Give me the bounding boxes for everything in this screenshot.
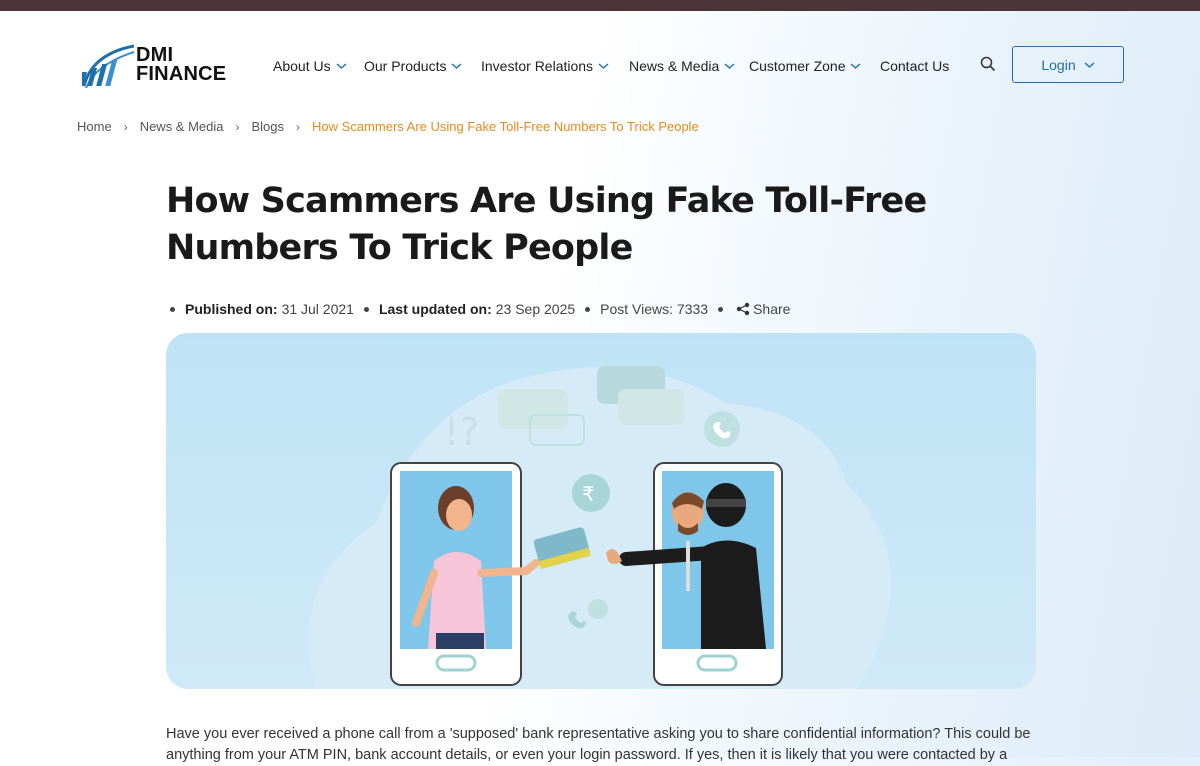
article-intro: Have you ever received a phone call from… — [166, 726, 1031, 763]
article-meta: Published on: 31 Jul 2021 Last updated o… — [170, 301, 800, 317]
updated-date: Last updated on: 23 Sep 2025 — [363, 301, 576, 317]
updated-label: Last updated on: — [378, 301, 492, 317]
nav-label: News & Media — [629, 58, 720, 74]
bullet — [585, 306, 591, 312]
bullet — [170, 306, 175, 312]
breadcrumb-current: How Scammers Are Using Fake Toll-Free Nu… — [312, 119, 699, 134]
breadcrumb-news-media[interactable]: News & Media — [140, 119, 224, 134]
top-bar — [0, 0, 1200, 11]
logo-line-2: FINANCE — [136, 63, 227, 85]
published-value: 31 Jul 2021 — [281, 301, 354, 317]
bullet — [718, 306, 724, 312]
post-views-text: Post Views: 7333 — [600, 301, 709, 317]
nav-label: Investor Relations — [481, 58, 594, 74]
logo-mark-icon — [82, 44, 135, 89]
nav-label: Contact Us — [880, 58, 950, 74]
svg-text:!?: !? — [444, 410, 479, 454]
search-icon[interactable] — [980, 56, 996, 72]
bullet — [363, 306, 369, 312]
nav-item-customer-zone[interactable]: Customer Zone — [749, 58, 861, 74]
nav-item-our-products[interactable]: Our Products — [364, 58, 462, 74]
login-button[interactable]: Login — [1012, 46, 1124, 83]
post-views: Post Views: 7333 — [585, 301, 708, 317]
share-label: Share — [753, 301, 791, 317]
nav-label: Our Products — [364, 58, 447, 74]
chevron-down-icon — [598, 63, 609, 69]
scam-call-illustration: !? ₹ — [308, 366, 891, 689]
breadcrumb: Home › News & Media › Blogs › How Scamme… — [77, 119, 699, 134]
nav-item-contact-us[interactable]: Contact Us — [880, 58, 949, 74]
dmi-finance-logo[interactable]: DMI FINANCE — [82, 42, 232, 90]
share-button[interactable]: Share — [718, 301, 790, 317]
chevron-down-icon — [452, 63, 462, 69]
chevron-down-icon — [1084, 61, 1095, 68]
nav-label: Customer Zone — [749, 58, 846, 74]
chevron-right-icon: › — [123, 119, 128, 134]
published-date: Published on: 31 Jul 2021 — [170, 301, 354, 317]
updated-value: 23 Sep 2025 — [495, 301, 576, 317]
chevron-right-icon: › — [296, 119, 301, 134]
published-label: Published on: — [185, 301, 278, 317]
page-title: How Scammers Are Using Fake Toll-Free Nu… — [166, 181, 927, 268]
chevron-down-icon — [724, 63, 735, 69]
svg-text:₹: ₹ — [582, 482, 595, 506]
login-label: Login — [1041, 56, 1076, 73]
nav-item-news-media[interactable]: News & Media — [629, 58, 735, 74]
nav-item-about-us[interactable]: About Us — [273, 58, 347, 74]
breadcrumb-home[interactable]: Home — [77, 119, 112, 134]
nav-item-investor-relations[interactable]: Investor Relations — [481, 58, 609, 74]
chevron-right-icon: › — [235, 119, 240, 134]
share-icon — [736, 302, 750, 316]
hero-illustration: !? ₹ — [166, 333, 1036, 689]
nav-label: About Us — [273, 58, 331, 74]
chevron-down-icon — [336, 63, 347, 69]
logo-wordmark: DMI FINANCE — [136, 45, 227, 85]
chevron-down-icon — [851, 63, 861, 69]
breadcrumb-blogs[interactable]: Blogs — [252, 119, 285, 134]
